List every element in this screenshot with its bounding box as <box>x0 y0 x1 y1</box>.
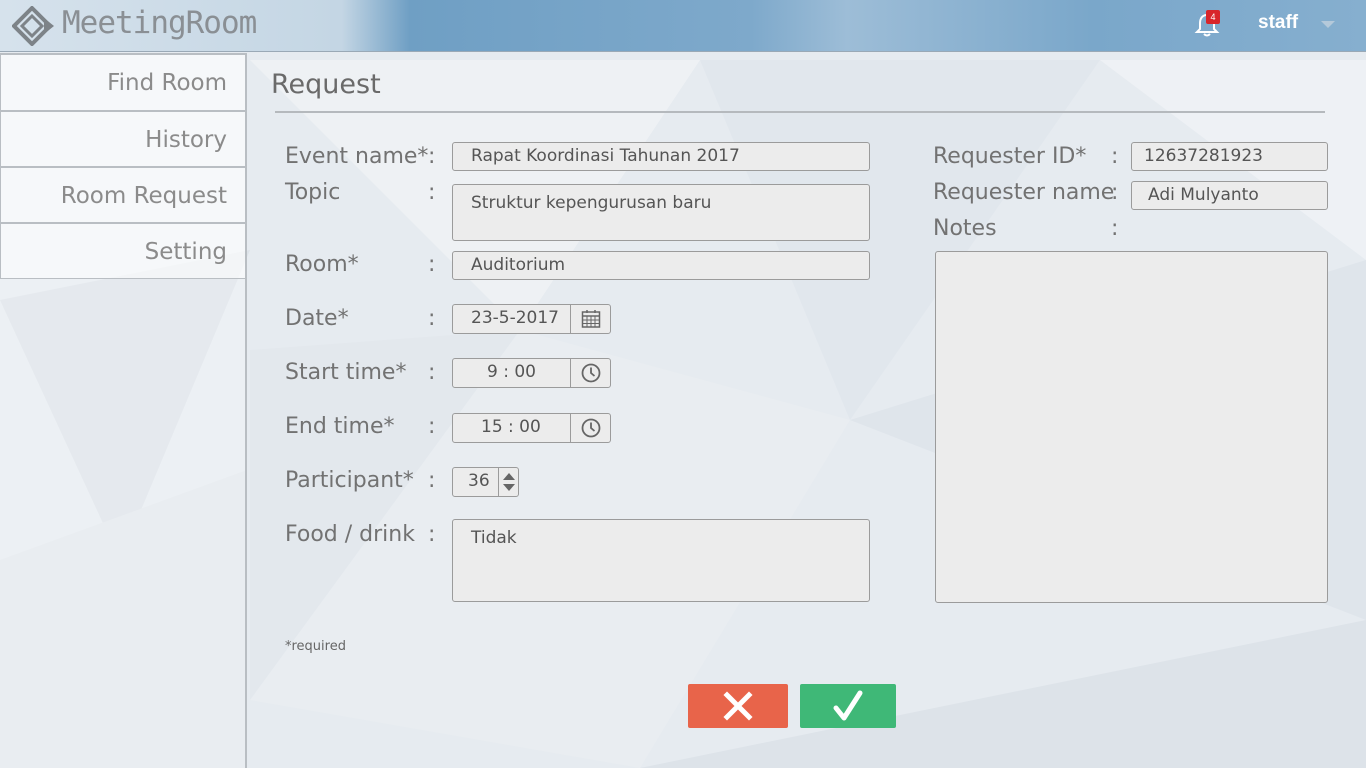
close-icon <box>723 691 753 721</box>
end-time-value: 15 : 00 <box>481 417 541 437</box>
date-value: 23-5-2017 <box>471 308 559 328</box>
required-note: *required <box>285 639 346 654</box>
sidebar: Find Room History Room Request Setting <box>0 53 247 768</box>
requester-name-label: Requester name <box>933 180 1115 205</box>
calendar-icon <box>581 310 600 328</box>
topic-label: Topic <box>285 180 341 205</box>
request-form-panel: Request Event name* : Rapat Koordinasi T… <box>249 53 1366 768</box>
calendar-button[interactable] <box>570 305 610 333</box>
start-time-picker[interactable]: 9 : 00 <box>452 358 611 388</box>
stepper-buttons[interactable] <box>498 468 518 496</box>
colon: : <box>428 468 436 493</box>
colon: : <box>428 360 436 385</box>
sidebar-item-room-request[interactable]: Room Request <box>0 167 245 223</box>
colon: : <box>428 180 436 205</box>
end-time-label: End time* <box>285 414 395 439</box>
topic-textarea[interactable]: Struktur kepengurusan baru <box>452 184 870 241</box>
participant-stepper[interactable]: 36 <box>452 467 519 497</box>
notes-label: Notes <box>933 216 997 241</box>
start-time-label: Start time* <box>285 360 407 385</box>
participant-value: 36 <box>468 471 490 491</box>
top-bar: MeetingRoom 4 staff <box>0 0 1366 52</box>
colon: : <box>1111 216 1119 241</box>
colon: : <box>428 414 436 439</box>
chevron-down-icon[interactable] <box>1320 20 1336 30</box>
room-input[interactable]: Auditorium <box>452 251 870 280</box>
start-time-clock-button[interactable] <box>570 359 610 387</box>
requester-name-input[interactable]: Adi Mulyanto <box>1131 181 1328 210</box>
user-name[interactable]: staff <box>1258 12 1298 34</box>
sidebar-item-setting[interactable]: Setting <box>0 223 245 279</box>
title-divider <box>275 111 1325 113</box>
colon: : <box>1111 144 1119 169</box>
requester-id-label: Requester ID* <box>933 144 1087 169</box>
food-drink-label: Food / drink <box>285 522 415 547</box>
sidebar-item-find-room[interactable]: Find Room <box>0 53 245 111</box>
date-label: Date* <box>285 306 349 331</box>
colon: : <box>428 252 436 277</box>
end-time-clock-button[interactable] <box>570 414 610 442</box>
date-picker[interactable]: 23-5-2017 <box>452 304 611 334</box>
page-title: Request <box>271 69 381 100</box>
sidebar-item-history[interactable]: History <box>0 111 245 167</box>
notes-textarea[interactable] <box>935 251 1328 603</box>
event-name-label: Event name* <box>285 144 429 169</box>
start-time-value: 9 : 00 <box>487 362 536 382</box>
clock-icon <box>581 418 600 438</box>
stepper-arrows-icon <box>502 473 515 491</box>
end-time-picker[interactable]: 15 : 00 <box>452 413 611 443</box>
confirm-button[interactable] <box>800 684 896 728</box>
cancel-button[interactable] <box>688 684 788 728</box>
notification-badge: 4 <box>1206 10 1220 24</box>
colon: : <box>428 144 436 169</box>
colon: : <box>428 522 436 547</box>
participant-label: Participant* <box>285 468 414 493</box>
food-drink-textarea[interactable]: Tidak <box>452 519 870 602</box>
clock-icon <box>581 363 600 383</box>
room-label: Room* <box>285 252 359 277</box>
diamond-logo-icon <box>12 6 54 46</box>
app-title: MeetingRoom <box>62 5 257 41</box>
checkmark-icon <box>833 690 863 721</box>
requester-id-input[interactable]: 12637281923 <box>1131 142 1328 171</box>
colon: : <box>1111 180 1119 205</box>
colon: : <box>428 306 436 331</box>
event-name-input[interactable]: Rapat Koordinasi Tahunan 2017 <box>452 142 870 171</box>
